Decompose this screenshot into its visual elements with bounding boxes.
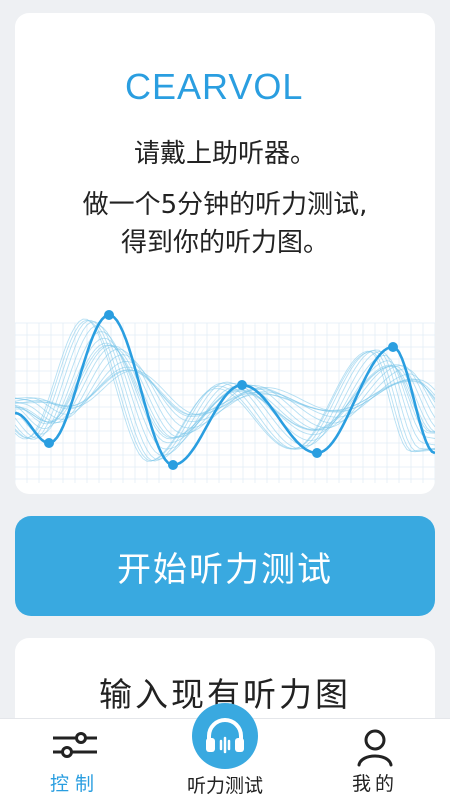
welcome-card: CEARVOL 请戴上助听器。 做一个5分钟的听力测试, 得到你的听力图。 — [15, 13, 435, 494]
svg-text:CEARVOL: CEARVOL — [125, 66, 303, 107]
start-hearing-test-button[interactable]: 开始听力测试 — [15, 516, 435, 616]
user-icon — [357, 729, 393, 767]
tab-mine[interactable]: 我的 — [300, 719, 450, 801]
instruction-line-a: 做一个5分钟的听力测试, — [82, 190, 368, 220]
wave-dot — [104, 310, 114, 320]
wave-dot — [388, 342, 398, 352]
cearvol-logo: CEARVOL — [125, 66, 303, 107]
hearing-test-bubble[interactable] — [192, 703, 258, 769]
sliders-icon — [53, 732, 97, 758]
wave-dot — [44, 438, 54, 448]
tab-control-label: 控制 — [49, 773, 100, 795]
sound-wave-illustration — [15, 310, 435, 483]
tab-hearing-test[interactable]: 听力测试 — [150, 703, 300, 801]
instruction-take-test: 做一个5分钟的听力测试, 得到你的听力图。 — [15, 186, 435, 262]
brand-logo: CEARVOL — [15, 61, 435, 107]
wave-dot — [168, 460, 178, 470]
headphones-icon — [206, 718, 244, 754]
wave-dot — [237, 380, 247, 390]
bottom-tab-bar: 控制 听力测试 我的 — [0, 703, 450, 801]
tab-control[interactable]: 控制 — [0, 719, 150, 801]
wave-dot — [312, 448, 322, 458]
tab-hearing-test-label: 听力测试 — [186, 775, 263, 797]
wave-mesh — [15, 318, 435, 462]
instruction-wear-hearing-aid: 请戴上助听器。 — [133, 139, 316, 169]
tab-mine-label: 我的 — [351, 773, 398, 795]
instruction-line-b: 得到你的听力图。 — [120, 228, 329, 258]
